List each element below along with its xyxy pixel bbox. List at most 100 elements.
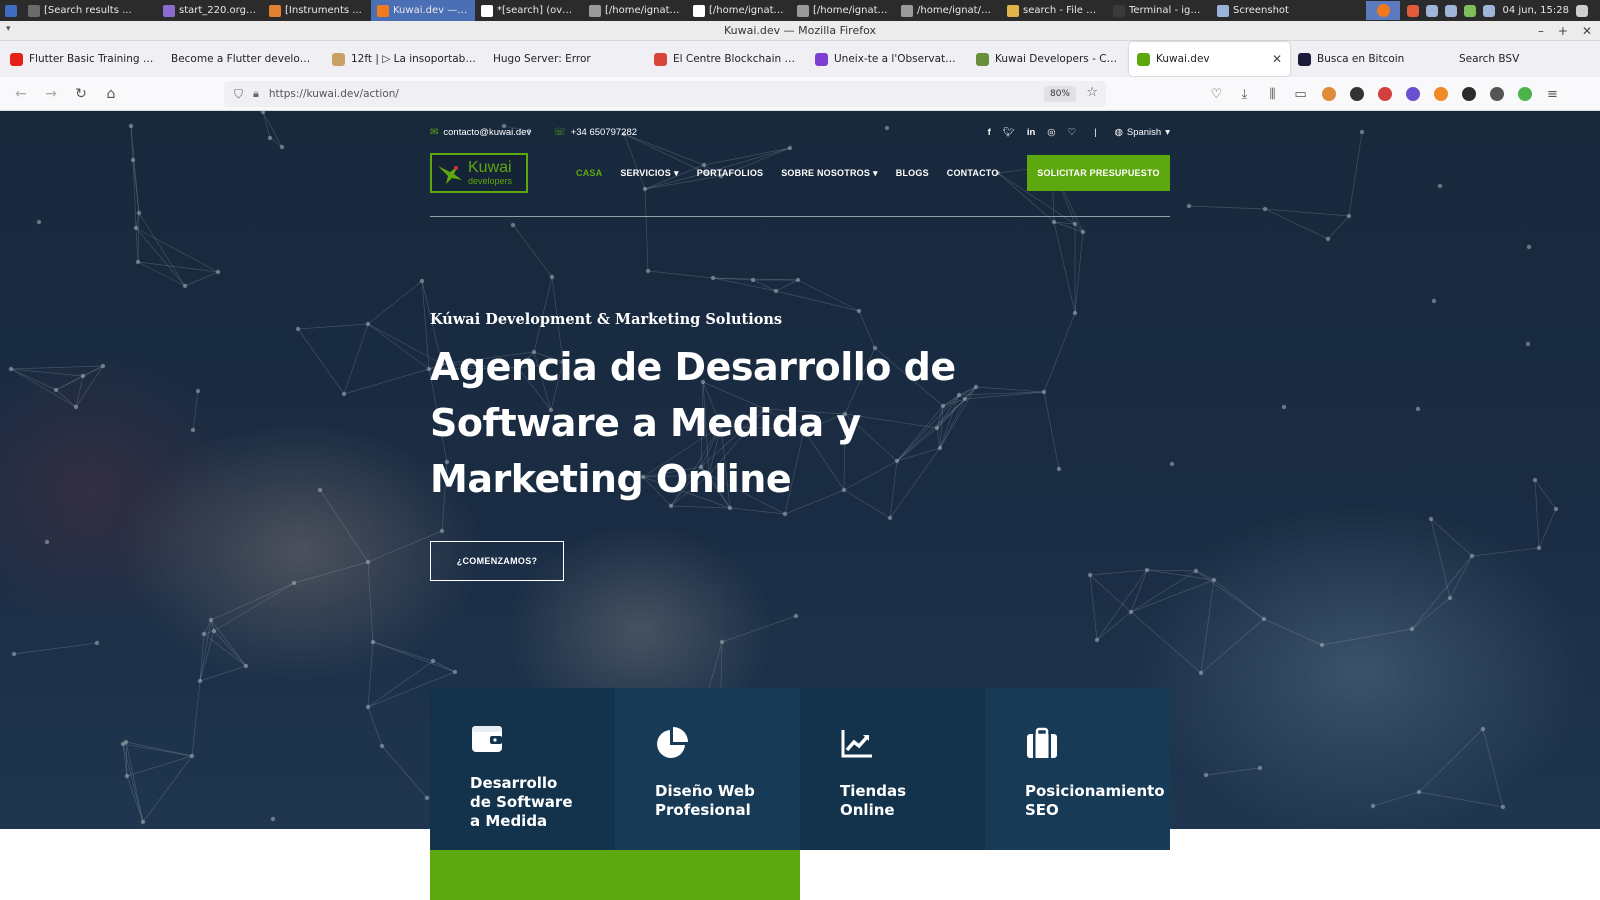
phone-text[interactable]: +34 650797282	[571, 127, 637, 138]
menu-item-contacto[interactable]: CONTACTO	[947, 168, 999, 178]
taskbar-task[interactable]: [/home/ignat/D...	[687, 0, 791, 21]
menu-item-sobre-nosotros[interactable]: SOBRE NOSOTROS ▾	[781, 168, 878, 179]
close-tab-icon[interactable]: ✕	[1272, 52, 1282, 66]
battery-icon[interactable]	[1464, 4, 1477, 17]
taskbar-task[interactable]: Screenshot	[1211, 0, 1301, 21]
url-text[interactable]: https://kuwai.dev/action/	[269, 88, 399, 100]
browser-tab[interactable]: El Centre Blockchain de C	[646, 42, 807, 76]
home-button[interactable]: ⌂	[96, 86, 126, 102]
hamburger-menu-icon[interactable]: ≡	[1544, 86, 1561, 103]
wifi-icon[interactable]	[1445, 4, 1458, 17]
taskbar-task[interactable]: *[search] (over...	[475, 0, 583, 21]
service-card[interactable]: Posicionamiento SEO	[985, 688, 1170, 850]
task-label: /home/ignat/D...	[917, 5, 995, 16]
hummingbird-logo-icon	[438, 166, 462, 184]
firefox-tray-button[interactable]	[1366, 1, 1401, 20]
tab-favicon-icon	[332, 52, 345, 66]
sidebar-icon[interactable]: ▭	[1292, 86, 1309, 103]
get-started-button[interactable]: ¿COMENZAMOS?	[430, 541, 564, 581]
taskbar-task[interactable]: [Instruments ...	[263, 0, 371, 21]
pocket-icon[interactable]: ♡	[1208, 86, 1225, 103]
back-button[interactable]: ←	[6, 86, 36, 102]
menu-item-portafolios[interactable]: PORTAFOLIOS	[697, 168, 764, 178]
nav-divider	[430, 216, 1170, 217]
window-titlebar: ▾ Kuwai.dev — Mozilla Firefox – + ✕	[0, 21, 1600, 41]
browser-tab[interactable]: Kuwai Developers - CBCat	[968, 42, 1129, 76]
taskbar-task[interactable]: Terminal - ignat...	[1107, 0, 1211, 21]
browser-tab[interactable]: 12ft | ▷ La insoportable m	[324, 42, 485, 76]
close-window-button[interactable]: ✕	[1582, 24, 1592, 38]
browser-tab[interactable]: Become a Flutter developer —	[163, 42, 324, 76]
instagram-icon[interactable]: ◎	[1047, 127, 1055, 138]
tab-label: Kuwai.dev	[1156, 53, 1210, 65]
maximize-button[interactable]: +	[1558, 24, 1568, 38]
bluetooth-icon[interactable]	[1426, 4, 1439, 17]
tab-active[interactable]: Kuwai.dev ✕	[1129, 42, 1290, 76]
task-label: [/home/ignat/D...	[605, 5, 681, 16]
phone-link[interactable]: ☏ +34 650797282	[553, 127, 637, 138]
updates-icon[interactable]	[1407, 4, 1420, 17]
extension-4-icon[interactable]	[1460, 86, 1477, 103]
task-label: search - File M...	[1023, 5, 1101, 16]
taskbar-task[interactable]: /home/ignat/D...	[895, 0, 1001, 21]
bookmark-star-icon[interactable]: ☆	[1086, 85, 1098, 100]
menu-item-label: PORTAFOLIOS	[696, 168, 764, 178]
linkedin-icon[interactable]: in	[1027, 127, 1035, 138]
email-link[interactable]: ✉ contacto@kuwai.dev	[430, 127, 531, 138]
adblock-icon[interactable]	[1376, 86, 1393, 103]
twitter-icon[interactable]: 🐦︎	[1003, 127, 1015, 138]
browser-tab[interactable]: Hugo Server: Error	[485, 42, 646, 76]
heart-icon[interactable]: ♡	[1068, 127, 1077, 138]
tracking-shield-icon[interactable]: ⛉	[234, 87, 243, 102]
browser-tab[interactable]: Flutter Basic Training - 12	[2, 42, 163, 76]
browser-tab[interactable]: Uneix-te a l'Observatori B	[807, 42, 968, 76]
service-title: Posicionamiento SEO	[1025, 782, 1165, 819]
taskbar-task[interactable]: [/home/ignat/D...	[791, 0, 895, 21]
service-title: Tiendas Online	[840, 782, 907, 819]
os-taskbar: [Search results ... start_220.org-b... [In…	[0, 0, 1600, 21]
forward-button[interactable]: →	[36, 86, 66, 102]
extension-6-icon[interactable]	[1516, 86, 1533, 103]
email-text[interactable]: contacto@kuwai.dev	[443, 127, 531, 138]
logo-subtitle: developers	[468, 176, 513, 186]
url-bar[interactable]: ⛉ 🔒︎ https://kuwai.dev/action/ 80% ☆	[224, 81, 1106, 107]
volume-icon[interactable]	[1483, 4, 1496, 17]
extension-2-icon[interactable]	[1348, 86, 1365, 103]
taskbar-task[interactable]: [/home/ignat/D...	[583, 0, 687, 21]
extension-1-icon[interactable]	[1320, 86, 1337, 103]
menu-item-servicios[interactable]: SERVICIOS ▾	[620, 168, 678, 179]
service-card[interactable]: Diseño Web Profesional	[615, 688, 800, 850]
browser-tab[interactable]: Busca en Bitcoin	[1290, 42, 1451, 76]
menu-item-casa[interactable]: CASA	[576, 168, 602, 178]
extension-5-icon[interactable]	[1488, 86, 1505, 103]
request-quote-button[interactable]: SOLICITAR PRESUPUESTO	[1027, 155, 1170, 191]
window-menu-icon[interactable]: ▾	[6, 24, 11, 34]
service-card[interactable]: Desarrollo de Software a Medida	[430, 688, 615, 850]
clock[interactable]: 04 jun, 15:28	[1502, 5, 1569, 16]
taskbar-task[interactable]: [Search results ...	[22, 0, 157, 21]
taskbar-task[interactable]: start_220.org-b...	[157, 0, 263, 21]
taskbar-task[interactable]: search - File M...	[1001, 0, 1107, 21]
app-menu-button[interactable]	[0, 0, 22, 21]
reload-button[interactable]: ↻	[66, 86, 96, 102]
lock-icon[interactable]: 🔒︎	[253, 87, 259, 101]
menu-item-blogs[interactable]: BLOGS	[896, 168, 929, 178]
extension-3-icon[interactable]	[1404, 86, 1421, 103]
metamask-icon[interactable]	[1432, 86, 1449, 103]
minimize-button[interactable]: –	[1538, 24, 1544, 38]
zoom-indicator[interactable]: 80%	[1043, 86, 1076, 102]
downloads-icon[interactable]: ⤓	[1236, 86, 1253, 103]
facebook-icon[interactable]: f	[988, 127, 991, 138]
tab-label: Become a Flutter developer —	[171, 53, 316, 65]
taskbar-task[interactable]: Kuwai.dev — M...	[371, 0, 475, 21]
task-app-icon	[1217, 4, 1229, 17]
service-card[interactable]: Tiendas Online	[800, 688, 985, 850]
library-icon[interactable]: ⫼	[1264, 86, 1281, 103]
browser-tab[interactable]: Search BSV	[1451, 42, 1600, 76]
user-icon[interactable]	[1576, 4, 1588, 17]
menu: CASA SERVICIOS ▾ PORTAFOLIOS SOBRE NOSOTROS ▾…	[576, 168, 999, 179]
language-selector[interactable]: ◍ Spanish ▾	[1115, 127, 1170, 138]
tab-label: Kuwai Developers - CBCat	[995, 53, 1121, 65]
logo[interactable]: Kuwai developers	[430, 153, 528, 193]
window-title: Kuwai.dev — Mozilla Firefox	[724, 24, 876, 37]
